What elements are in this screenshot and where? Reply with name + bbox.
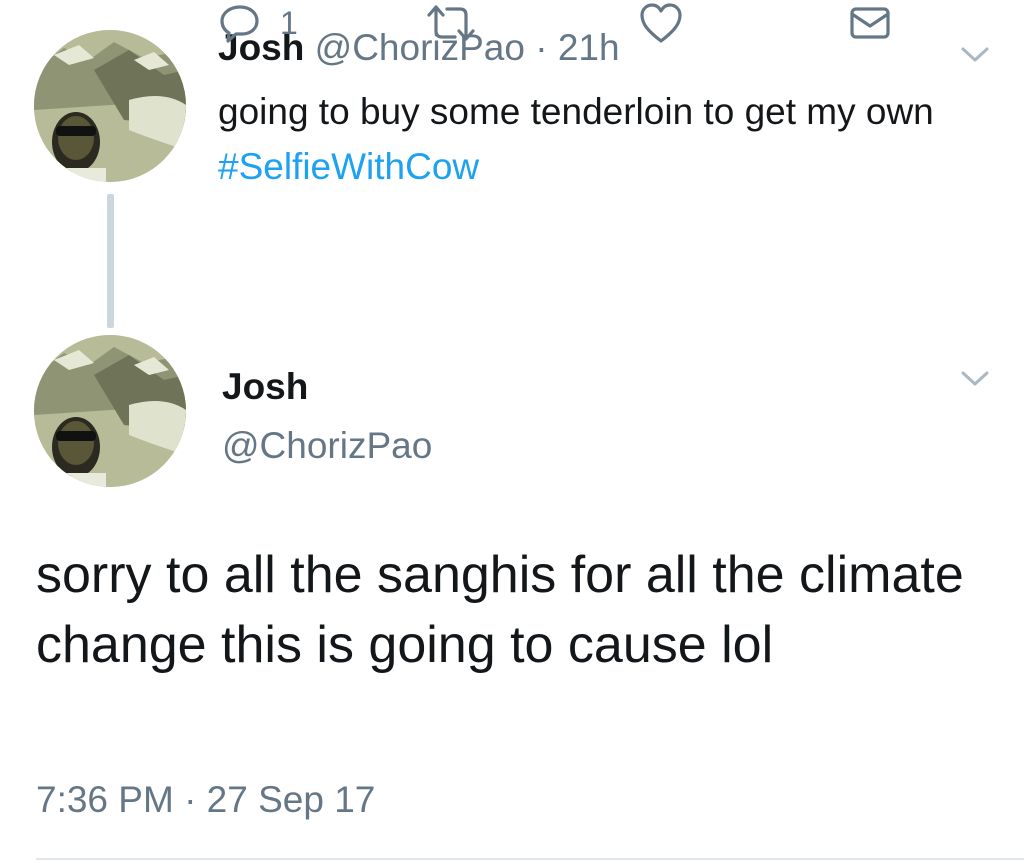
author-handle[interactable]: @ChorizPao bbox=[222, 424, 432, 468]
tweet-text: going to buy some tenderloin to get my o… bbox=[218, 91, 934, 132]
author-handle[interactable]: @ChorizPao bbox=[315, 27, 525, 68]
direct-message-icon bbox=[850, 7, 890, 39]
main-tweet-text: sorry to all the sanghis for all the cli… bbox=[36, 546, 964, 674]
avatar-image bbox=[34, 335, 186, 487]
chevron-down-icon[interactable] bbox=[960, 46, 990, 64]
avatar-image bbox=[34, 30, 186, 182]
divider bbox=[36, 858, 1024, 860]
reply-button[interactable]: 1 bbox=[218, 0, 298, 46]
chevron-down-icon[interactable] bbox=[960, 370, 990, 388]
reply-icon bbox=[220, 5, 259, 43]
like-icon bbox=[640, 3, 682, 43]
tweet-relative-time[interactable]: 21h bbox=[558, 27, 620, 68]
parent-tweet-text: going to buy some tenderloin to get my o… bbox=[218, 84, 958, 194]
thread-connector-line bbox=[107, 194, 114, 328]
like-button[interactable] bbox=[638, 0, 684, 46]
retweet-icon bbox=[427, 5, 475, 41]
tweet-thread: Josh @ChorizPao · 21h going to buy some … bbox=[0, 0, 1024, 864]
direct-message-button[interactable] bbox=[848, 0, 892, 46]
reply-count: 1 bbox=[280, 4, 298, 41]
retweet-button[interactable] bbox=[425, 0, 477, 46]
hashtag-link[interactable]: #SelfieWithCow bbox=[218, 146, 479, 187]
avatar[interactable] bbox=[34, 335, 186, 487]
header-separator: · bbox=[535, 27, 548, 68]
tweet-timestamp[interactable]: 7:36 PM · 27 Sep 17 bbox=[36, 778, 375, 822]
author-name[interactable]: Josh bbox=[222, 365, 308, 409]
avatar[interactable] bbox=[34, 30, 186, 182]
